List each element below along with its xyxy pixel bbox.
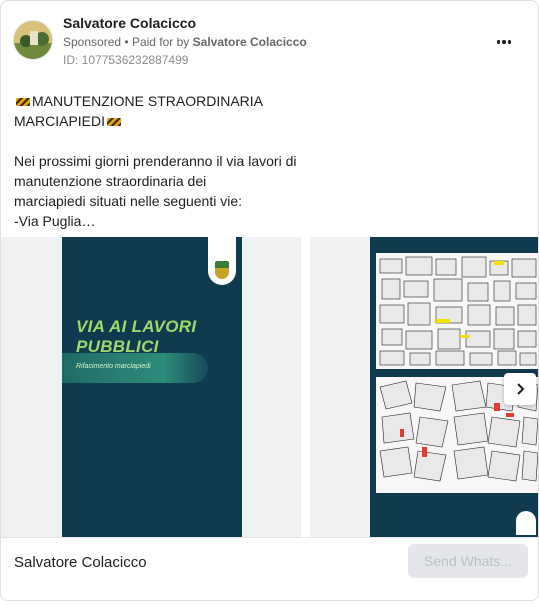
post-title-line: MANUTENZIONE STRAORDINARIA MARCIAPIEDI <box>14 91 334 131</box>
page-avatar[interactable] <box>13 20 53 60</box>
municipal-crest-icon <box>208 237 236 285</box>
poster-subtitle: Rifacimento marciapiedi <box>76 363 151 370</box>
ad-id: ID: 1077536232887499 <box>63 53 189 67</box>
more-dots-icon-dot <box>507 40 512 44</box>
municipal-crest-icon <box>516 511 536 535</box>
sponsored-label[interactable]: Sponsored <box>63 35 121 49</box>
footer-page-name[interactable]: Salvatore Colacicco <box>14 554 147 571</box>
post-body: MANUTENZIONE STRAORDINARIA MARCIAPIEDI N… <box>14 91 334 231</box>
paid-for-by-label: Paid for by <box>131 35 190 49</box>
more-dots-icon-dot <box>502 40 506 44</box>
more-options-button[interactable] <box>492 33 516 51</box>
page-name-link[interactable]: Salvatore Colacicco <box>63 15 196 31</box>
paid-for-by-name: Salvatore Colacicco <box>192 35 307 49</box>
separator-dot: • <box>124 35 129 49</box>
carousel-next-button[interactable] <box>504 373 536 405</box>
more-dots-icon <box>496 40 501 44</box>
construction-barrier-emoji <box>107 118 122 127</box>
media-carousel[interactable]: VIA AI LAVORI PUBBLICI Rifacimento marci… <box>1 237 538 537</box>
send-whatsapp-button[interactable]: Send Whats... <box>408 544 528 578</box>
carousel-slide-1[interactable]: VIA AI LAVORI PUBBLICI Rifacimento marci… <box>1 237 301 537</box>
post-title: MANUTENZIONE STRAORDINARIA MARCIAPIEDI <box>14 93 263 129</box>
construction-barrier-emoji <box>16 98 30 107</box>
chevron-right-icon <box>517 383 525 395</box>
post-header: Salvatore Colacicco Sponsored • Paid for… <box>13 13 526 73</box>
poster-image: VIA AI LAVORI PUBBLICI Rifacimento marci… <box>62 237 242 537</box>
carousel-slide-2[interactable] <box>310 237 538 537</box>
sponsored-line: Sponsored • Paid for by Salvatore Colaci… <box>63 35 307 49</box>
street-map-top <box>376 253 538 369</box>
post-footer: Salvatore Colacicco Send Whats... <box>1 537 538 600</box>
sponsored-post-card: Salvatore Colacicco Sponsored • Paid for… <box>0 0 539 601</box>
post-message: Nei prossimi giorni prenderanno il via l… <box>14 153 297 229</box>
poster-title: VIA AI LAVORI PUBBLICI <box>76 317 197 356</box>
